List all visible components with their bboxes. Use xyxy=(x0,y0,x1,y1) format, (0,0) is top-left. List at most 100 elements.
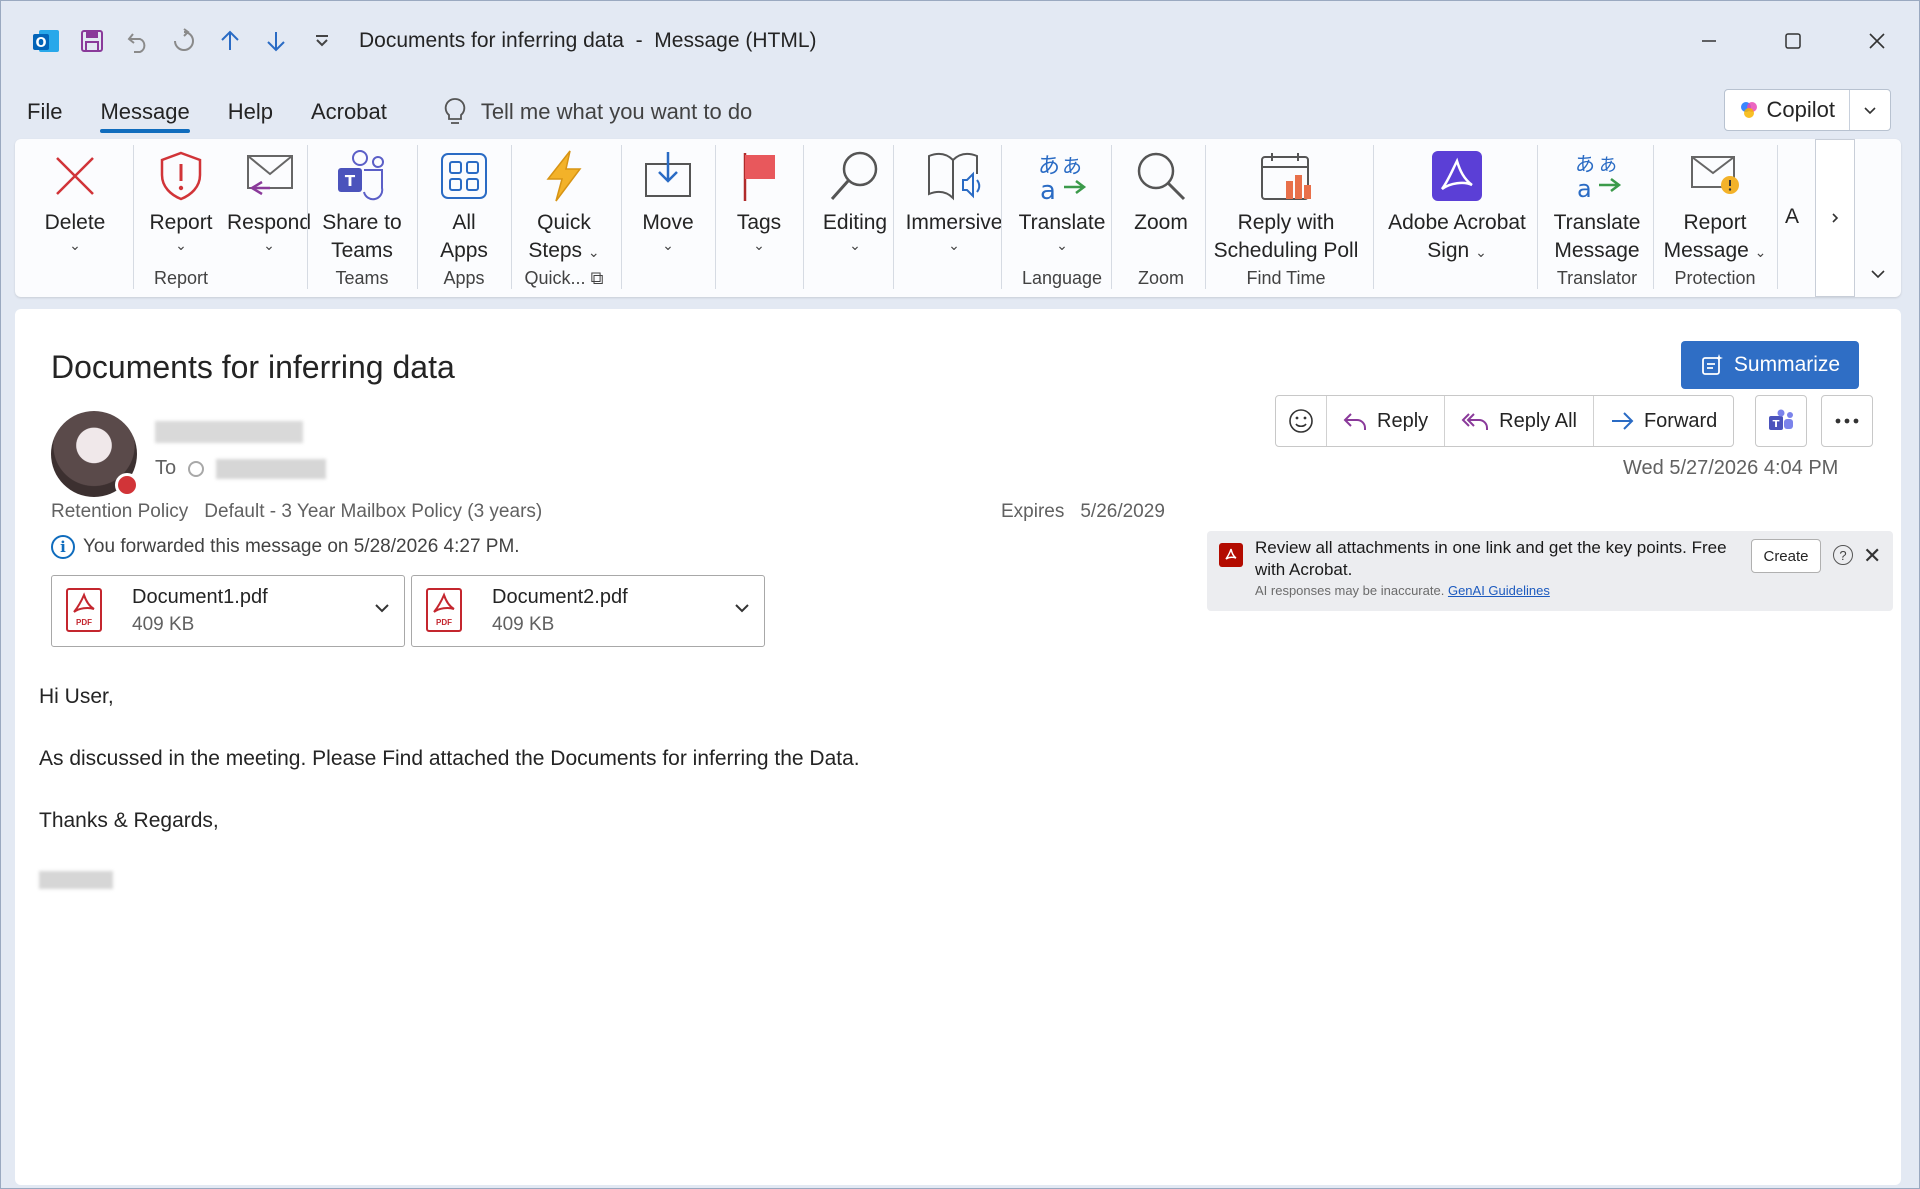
chevron-down-icon xyxy=(1871,270,1885,279)
chevron-down-icon xyxy=(375,604,389,613)
tab-message[interactable]: Message xyxy=(88,87,201,137)
presence-unknown-icon xyxy=(188,460,205,477)
zoom-button[interactable]: Zoom xyxy=(1119,143,1203,237)
up-arrow-icon[interactable] xyxy=(207,18,253,64)
sender-name-redacted[interactable] xyxy=(155,421,303,443)
genai-guidelines-link[interactable]: GenAI Guidelines xyxy=(1448,583,1550,598)
delete-button[interactable]: Delete ⌄ xyxy=(25,143,125,253)
chevron-down-icon: ⌄ xyxy=(662,237,674,253)
editing-button[interactable]: Editing ⌄ xyxy=(805,143,905,253)
all-apps-line1: All xyxy=(452,211,476,234)
tab-help[interactable]: Help xyxy=(216,87,285,137)
attachment-dropdown[interactable] xyxy=(372,598,392,623)
reply-button[interactable]: Reply xyxy=(1327,396,1446,446)
reply-scheduling-poll-button[interactable]: Reply with Scheduling Poll xyxy=(1211,143,1361,265)
help-icon[interactable]: ? xyxy=(1833,545,1853,565)
copilot-button-group: Copilot xyxy=(1723,89,1891,131)
body-line: As discussed in the meeting. Please Find… xyxy=(39,747,860,770)
copilot-label: Copilot xyxy=(1766,97,1835,122)
info-icon: i xyxy=(51,535,75,559)
chevron-down-icon: ⌄ xyxy=(948,237,960,253)
group-label-protection: Protection xyxy=(1674,268,1756,288)
chevron-down-icon: ⌄ xyxy=(1475,244,1487,260)
translate-button[interactable]: ああa Translate ⌄ xyxy=(1009,143,1115,253)
delete-x-icon xyxy=(43,143,107,209)
more-horizontal-icon xyxy=(1835,418,1859,424)
reply-all-button[interactable]: Reply All xyxy=(1445,396,1594,446)
immersive-reader-button[interactable]: Immersive ⌄ xyxy=(895,143,1013,253)
expires-label: Expires xyxy=(1001,501,1065,522)
quick-access-toolbar: O xyxy=(23,18,345,64)
share-to-teams-button[interactable]: T Share to Teams xyxy=(315,143,409,265)
shield-alert-icon xyxy=(149,143,213,209)
forward-button[interactable]: Forward xyxy=(1594,396,1733,446)
reply-poll-line1: Reply with xyxy=(1237,211,1335,234)
ribbon-scroll-right-button[interactable] xyxy=(1815,139,1855,297)
dialog-launcher-icon[interactable]: ⧉ xyxy=(591,268,604,288)
acrobat-sign-line1: Adobe Acrobat xyxy=(1388,211,1526,234)
presence-busy-icon xyxy=(115,473,139,497)
adobe-acrobat-sign-button[interactable]: Adobe Acrobat Sign ⌄ xyxy=(1377,143,1537,265)
immersive-reader-icon xyxy=(922,143,986,209)
ribbon-separator xyxy=(803,145,804,289)
attachment-card[interactable]: PDF Document1.pdf 409 KB xyxy=(51,575,405,647)
copilot-icon xyxy=(1740,102,1757,118)
message-actions-bar: Reply Reply All Forward xyxy=(1275,395,1735,447)
ribbon-separator xyxy=(417,145,418,289)
truncated-ribbon-item[interactable]: A xyxy=(1785,205,1815,229)
recipient-name-redacted[interactable] xyxy=(216,458,327,479)
group-label-find-time: Find Time xyxy=(1246,268,1326,288)
translate-msg-line2: Message xyxy=(1554,239,1640,262)
all-apps-button[interactable]: All Apps xyxy=(423,143,505,265)
ribbon-separator xyxy=(1537,145,1538,289)
respond-label: Respond xyxy=(226,211,312,234)
tags-button[interactable]: Tags ⌄ xyxy=(719,143,799,253)
share-teams-small-button[interactable]: T xyxy=(1755,395,1807,447)
save-icon[interactable] xyxy=(69,18,115,64)
report-button[interactable]: Report ⌄ xyxy=(139,143,223,253)
close-button[interactable] xyxy=(1835,1,1919,81)
ribbon-separator xyxy=(1001,145,1002,289)
down-arrow-icon[interactable] xyxy=(253,18,299,64)
svg-text:T: T xyxy=(1773,419,1780,430)
ribbon-separator xyxy=(1111,145,1112,289)
undo-icon[interactable] xyxy=(115,18,161,64)
recipient-row: To xyxy=(155,457,327,480)
report-msg-line2: Message ⌄ xyxy=(1664,237,1767,265)
redo-icon[interactable] xyxy=(161,18,207,64)
attachment-card[interactable]: PDF Document2.pdf 409 KB xyxy=(411,575,765,647)
translate-icon: ああa xyxy=(1030,143,1094,209)
attachment-dropdown[interactable] xyxy=(732,598,752,623)
copilot-button[interactable]: Copilot xyxy=(1725,90,1850,130)
more-actions-button[interactable] xyxy=(1821,395,1873,447)
tab-acrobat[interactable]: Acrobat xyxy=(299,87,399,137)
customize-icon[interactable] xyxy=(299,18,345,64)
acrobat-create-button[interactable]: Create xyxy=(1751,539,1821,573)
summarize-icon xyxy=(1701,354,1723,375)
move-button[interactable]: Move ⌄ xyxy=(627,143,709,253)
pdf-tag: PDF xyxy=(76,618,92,627)
tell-me-search[interactable]: Tell me what you want to do xyxy=(443,97,752,127)
reply-icon xyxy=(1343,413,1366,430)
chevron-down-icon: ⌄ xyxy=(1754,244,1767,260)
tab-file[interactable]: File xyxy=(15,87,74,137)
summarize-button[interactable]: Summarize xyxy=(1681,341,1859,389)
report-msg-line2-text: Message xyxy=(1663,239,1749,262)
translate-message-button[interactable]: ああa Translate Message xyxy=(1545,143,1649,265)
minimize-button[interactable] xyxy=(1667,1,1751,81)
immersive-label: Immersive xyxy=(905,211,1003,234)
report-message-icon xyxy=(1683,143,1747,209)
copilot-dropdown[interactable] xyxy=(1850,90,1890,130)
outlook-icon[interactable]: O xyxy=(23,18,69,64)
quick-steps-button[interactable]: Quick Steps ⌄ xyxy=(517,143,611,265)
forwarded-info-bar: i You forwarded this message on 5/28/202… xyxy=(51,535,520,559)
maximize-button[interactable] xyxy=(1751,1,1835,81)
react-emoji-button[interactable] xyxy=(1276,396,1327,446)
pdf-file-icon: PDF xyxy=(66,588,102,632)
chevron-down-icon: ⌄ xyxy=(175,237,187,253)
ribbon-expand-button[interactable] xyxy=(1863,259,1893,289)
respond-button[interactable]: Respond ⌄ xyxy=(221,143,317,253)
envelope-reply-icon xyxy=(237,143,301,209)
close-icon[interactable]: ✕ xyxy=(1863,543,1881,569)
report-message-button[interactable]: Report Message ⌄ xyxy=(1657,143,1773,265)
